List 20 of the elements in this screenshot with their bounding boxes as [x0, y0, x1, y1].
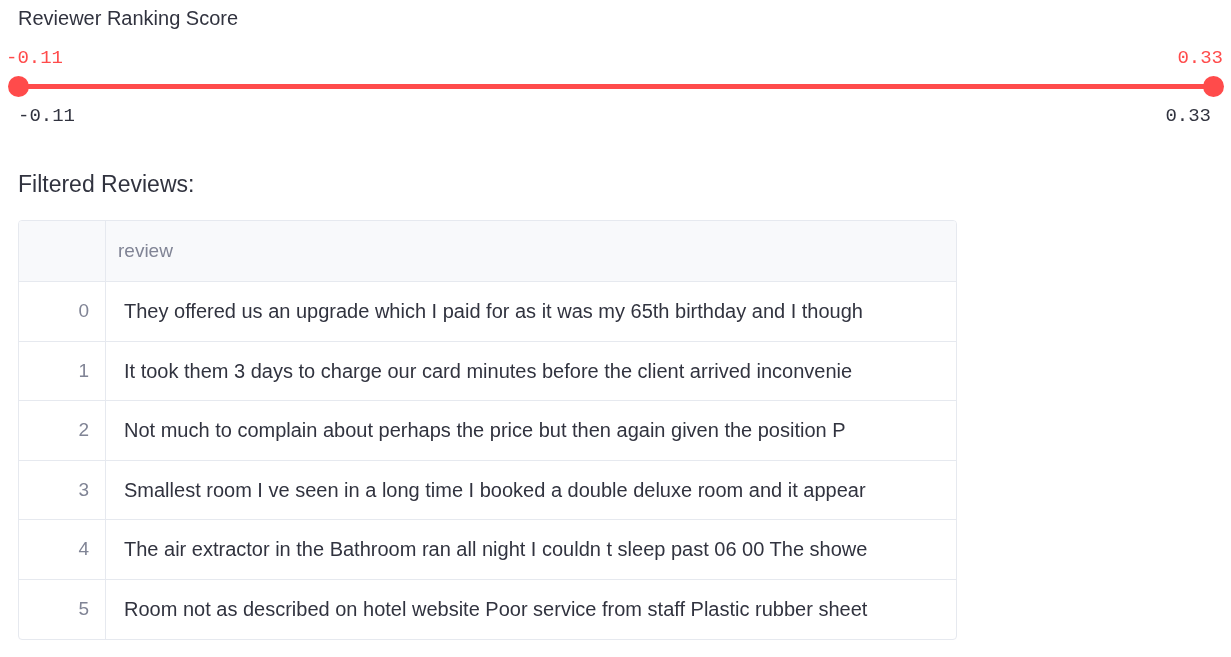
table-cell-text: It took them 3 days to charge our card minutes before the client arrived inconvenie [123, 358, 854, 384]
row-index: 4 [19, 520, 106, 579]
table-cell-text: Room not as described on hotel website Poor service from staff Plastic rubber sheet [123, 597, 869, 623]
table-cell-text: Not much to complain about perhaps the price but then again given the position P [123, 418, 847, 444]
section-title: Filtered Reviews: [18, 170, 196, 198]
row-index: 1 [19, 341, 106, 400]
row-index: 0 [19, 282, 106, 341]
slider-thumb[interactable] [8, 76, 29, 97]
table-cell-text: The air extractor in the Bathroom ran all night I couldn t sleep past 06 00 The showe [123, 537, 869, 563]
thumb-value: 0.33 [1177, 47, 1223, 69]
slider-label: Reviewer Ranking Score [18, 6, 240, 30]
table-cell-text: Smallest room I ve seen in a long time I booked a double deluxe room and it appear [123, 477, 867, 503]
slider-max: 0.33 [1165, 105, 1211, 127]
slider-min: -0.11 [18, 105, 75, 127]
slider-thumb[interactable] [1203, 76, 1224, 97]
row-index: 3 [19, 460, 106, 519]
thumb-value: -0.11 [6, 47, 63, 69]
row-index: 2 [19, 401, 106, 460]
table-cell-text: They offered us an upgrade which I paid for as it was my 65th birthday and I though [123, 299, 864, 325]
row-index: 5 [19, 579, 106, 639]
